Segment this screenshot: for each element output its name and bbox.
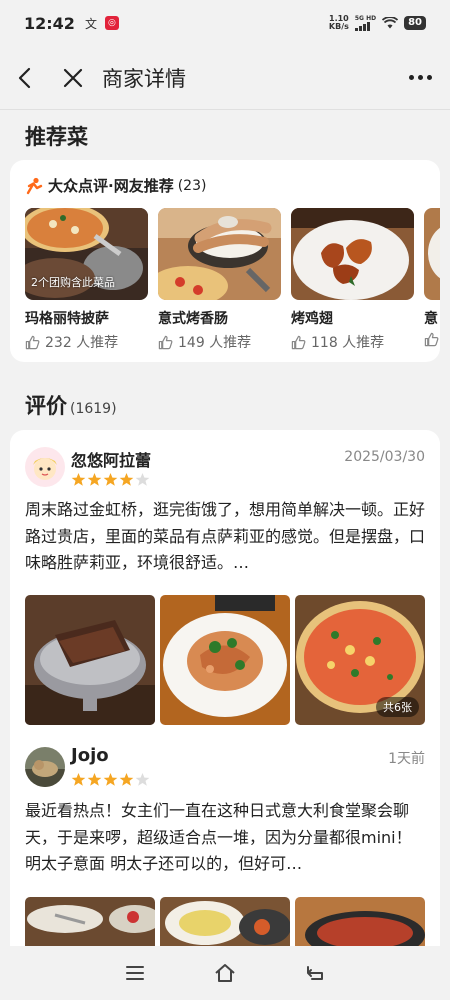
recommend-source-count: (23) bbox=[177, 177, 207, 194]
thumbs-up-icon bbox=[424, 332, 439, 347]
review-photo[interactable] bbox=[295, 897, 425, 946]
reviews-section-title: 评价 (1619) bbox=[25, 390, 117, 420]
status-right-icons: 1.10 KB/s 5G HD 80 bbox=[329, 15, 426, 31]
review-item[interactable]: 忽悠阿拉蕾 2025/03/30 周末路过金虹桥，逛完街饿了，想用简单解决一顿。… bbox=[10, 430, 440, 740]
system-nav-bar bbox=[0, 946, 450, 1000]
star-icon bbox=[87, 772, 102, 786]
star-icon bbox=[103, 772, 118, 786]
rating-stars bbox=[71, 472, 150, 487]
dish-list[interactable]: 2个团购含此菜品 玛格丽特披萨 232 人推荐 意式烤香肠 149 人推荐 烤鸡… bbox=[10, 196, 440, 352]
star-empty-icon bbox=[135, 472, 150, 486]
review-photo[interactable] bbox=[25, 897, 155, 946]
review-date: 2025/03/30 bbox=[344, 449, 425, 465]
signal-icon: 5G HD bbox=[354, 15, 377, 31]
review-photo[interactable]: 共6张 bbox=[295, 595, 425, 725]
review-photo[interactable] bbox=[25, 595, 155, 725]
review-photo[interactable] bbox=[160, 595, 290, 725]
star-empty-icon bbox=[135, 772, 150, 786]
dish-photo[interactable]: 2个团购含此菜品 bbox=[25, 208, 148, 300]
recommend-source-title: 大众点评·网友推荐 bbox=[48, 177, 174, 195]
dish-likes bbox=[424, 332, 440, 347]
review-username[interactable]: 忽悠阿拉蕾 bbox=[71, 447, 151, 471]
dish-name: 玛格丽特披萨 bbox=[25, 311, 109, 327]
reviews-card: 忽悠阿拉蕾 2025/03/30 周末路过金虹桥，逛完街饿了，想用简单解决一顿。… bbox=[10, 430, 440, 946]
app-notification-icon: ◎ bbox=[104, 16, 119, 30]
star-icon bbox=[119, 772, 134, 786]
more-options-icon[interactable] bbox=[409, 75, 432, 80]
dianping-logo-icon bbox=[26, 177, 43, 194]
review-photo[interactable] bbox=[160, 897, 290, 946]
avatar[interactable] bbox=[25, 447, 65, 487]
dish-group-tag: 2个团购含此菜品 bbox=[31, 276, 115, 289]
dish-likes: 232 人推荐 bbox=[25, 332, 148, 352]
home-icon[interactable] bbox=[214, 962, 236, 984]
status-notification-icons: 文 ◎ bbox=[85, 15, 119, 32]
thumbs-up-icon bbox=[25, 335, 40, 349]
dish-likes: 149 人推荐 bbox=[158, 332, 281, 352]
star-icon bbox=[119, 472, 134, 486]
back-arrow-icon[interactable] bbox=[14, 67, 36, 89]
recommend-section-title: 推荐菜 bbox=[25, 121, 88, 151]
dish-item[interactable]: 意 bbox=[424, 208, 440, 352]
dish-item[interactable]: 2个团购含此菜品 玛格丽特披萨 232 人推荐 bbox=[25, 208, 148, 352]
dish-item[interactable]: 意式烤香肠 149 人推荐 bbox=[158, 208, 281, 352]
review-text[interactable]: 周末路过金虹桥，逛完街饿了，想用简单解决一顿。正好路过贵店，里面的菜品有点萨莉亚… bbox=[25, 497, 425, 577]
dish-likes: 118 人推荐 bbox=[291, 332, 414, 352]
review-photos[interactable] bbox=[25, 897, 425, 946]
close-icon[interactable] bbox=[62, 67, 84, 89]
star-icon bbox=[71, 772, 86, 786]
thumbs-up-icon bbox=[291, 335, 306, 349]
status-time: 12:42 bbox=[24, 13, 75, 33]
dish-likes-text: 149 人推荐 bbox=[178, 335, 252, 351]
network-speed: 1.10 KB/s bbox=[329, 15, 349, 31]
review-text[interactable]: 最近看热点！女主们一直在这种日式意大利食堂聚会聊天，于是来啰，超级适合点一堆，因… bbox=[25, 798, 425, 878]
menu-icon[interactable] bbox=[124, 962, 146, 984]
review-photos[interactable]: 共6张 bbox=[25, 595, 425, 725]
reviews-count: (1619) bbox=[70, 401, 117, 417]
dish-likes-text: 118 人推荐 bbox=[311, 335, 385, 351]
page-title: 商家详情 bbox=[102, 66, 186, 91]
review-username[interactable]: Jojo bbox=[71, 745, 109, 766]
review-date: 1天前 bbox=[388, 751, 425, 767]
star-icon bbox=[103, 472, 118, 486]
wifi-icon bbox=[382, 17, 399, 29]
review-item[interactable]: Jojo 1天前 最近看热点！女主们一直在这种日式意大利食堂聚会聊天，于是来啰，… bbox=[10, 740, 440, 946]
reviews-title-text: 评价 bbox=[25, 394, 67, 418]
header: 商家详情 bbox=[0, 46, 450, 110]
dish-name: 烤鸡翅 bbox=[291, 311, 333, 327]
recommend-source-header: 大众点评·网友推荐 (23) bbox=[10, 160, 440, 196]
back-icon[interactable] bbox=[304, 962, 326, 984]
avatar[interactable] bbox=[25, 747, 65, 787]
dish-name: 意式烤香肠 bbox=[158, 311, 228, 327]
star-icon bbox=[87, 472, 102, 486]
battery-icon: 80 bbox=[404, 16, 426, 30]
main-content[interactable]: 推荐菜 大众点评·网友推荐 (23) 2个团购含此菜品 玛格丽特披萨 232 人… bbox=[0, 111, 450, 946]
dish-name: 意 bbox=[424, 311, 438, 327]
thumbs-up-icon bbox=[158, 335, 173, 349]
photo-count-badge: 共6张 bbox=[376, 697, 419, 717]
translate-icon: 文 bbox=[84, 16, 97, 31]
rating-stars bbox=[71, 772, 150, 787]
dish-photo[interactable] bbox=[424, 208, 440, 300]
dish-photo[interactable] bbox=[158, 208, 281, 300]
signal-label: 5G HD bbox=[354, 15, 377, 22]
recommend-card: 大众点评·网友推荐 (23) 2个团购含此菜品 玛格丽特披萨 232 人推荐 意… bbox=[10, 160, 440, 362]
star-icon bbox=[71, 472, 86, 486]
network-speed-unit: KB/s bbox=[328, 22, 349, 31]
dish-likes-text: 232 人推荐 bbox=[45, 335, 119, 351]
dish-item[interactable]: 烤鸡翅 118 人推荐 bbox=[291, 208, 414, 352]
dish-photo[interactable] bbox=[291, 208, 414, 300]
recommend-title-text: 推荐菜 bbox=[25, 125, 88, 149]
status-bar: 12:42 文 ◎ 1.10 KB/s 5G HD 80 bbox=[0, 0, 450, 46]
